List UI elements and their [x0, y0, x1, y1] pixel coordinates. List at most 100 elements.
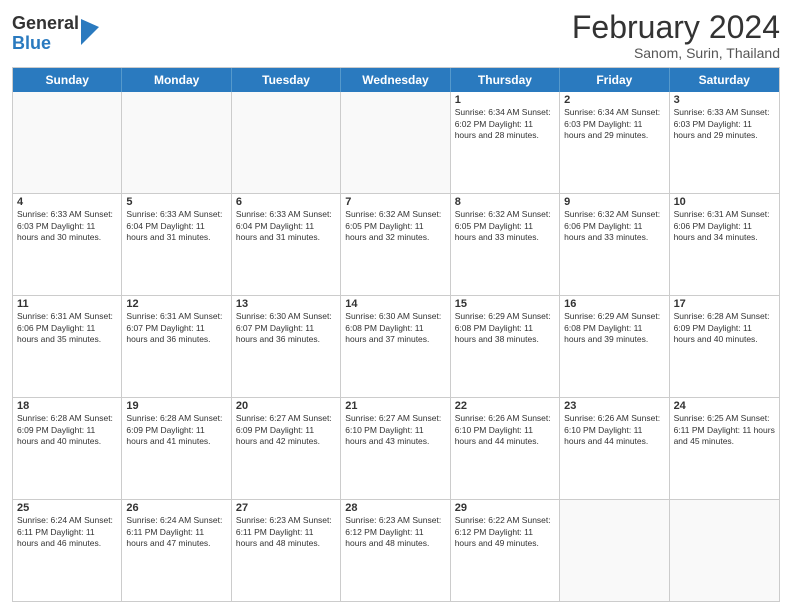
- calendar-row-3: 18Sunrise: 6:28 AM Sunset: 6:09 PM Dayli…: [13, 397, 779, 499]
- cell-info: Sunrise: 6:31 AM Sunset: 6:06 PM Dayligh…: [674, 209, 775, 243]
- cell-info: Sunrise: 6:28 AM Sunset: 6:09 PM Dayligh…: [126, 413, 226, 447]
- cell-info: Sunrise: 6:27 AM Sunset: 6:10 PM Dayligh…: [345, 413, 445, 447]
- calendar-row-4: 25 Sunrise: 6:24 AM Sunset: 6:11 PM Dayli…: [13, 499, 779, 601]
- header-day-thursday: Thursday: [451, 68, 560, 92]
- cal-cell-r0-c1: [122, 92, 231, 193]
- calendar-body: 1Sunrise: 6:34 AM Sunset: 6:02 PM Daylig…: [13, 92, 779, 601]
- cell-info: Sunrise: 6:27 AM Sunset: 6:09 PM Dayligh…: [236, 413, 336, 447]
- header-day-wednesday: Wednesday: [341, 68, 450, 92]
- cell-info: Sunrise: 6:26 AM Sunset: 6:10 PM Dayligh…: [564, 413, 664, 447]
- cal-cell-r2-c6: 17Sunrise: 6:28 AM Sunset: 6:09 PM Dayli…: [670, 296, 779, 397]
- cal-cell-r2-c3: 14Sunrise: 6:30 AM Sunset: 6:08 PM Dayli…: [341, 296, 450, 397]
- cell-info: Sunrise: 6:25 AM Sunset: 6:11 PM Dayligh…: [674, 413, 775, 447]
- day-number: 23: [564, 400, 664, 412]
- cal-cell-r4-c4: 29Sunrise: 6:22 AM Sunset: 6:12 PM Dayli…: [451, 500, 560, 601]
- cell-info: Sunrise: 6:32 AM Sunset: 6:05 PM Dayligh…: [455, 209, 555, 243]
- day-number: 28: [345, 502, 445, 514]
- day-number: 25: [17, 502, 117, 514]
- cell-info: Sunrise: 6:32 AM Sunset: 6:05 PM Dayligh…: [345, 209, 445, 243]
- cal-cell-r2-c4: 15Sunrise: 6:29 AM Sunset: 6:08 PM Dayli…: [451, 296, 560, 397]
- calendar-row-1: 4Sunrise: 6:33 AM Sunset: 6:03 PM Daylig…: [13, 193, 779, 295]
- day-number: 9: [564, 196, 664, 208]
- cal-cell-r3-c0: 18Sunrise: 6:28 AM Sunset: 6:09 PM Dayli…: [13, 398, 122, 499]
- cal-cell-r2-c5: 16Sunrise: 6:29 AM Sunset: 6:08 PM Dayli…: [560, 296, 669, 397]
- day-number: 18: [17, 400, 117, 412]
- cal-cell-r0-c0: [13, 92, 122, 193]
- header: General Blue February 2024 Sanom, Surin,…: [12, 10, 780, 61]
- cell-info: Sunrise: 6:34 AM Sunset: 6:03 PM Dayligh…: [564, 107, 664, 141]
- cal-cell-r2-c1: 12Sunrise: 6:31 AM Sunset: 6:07 PM Dayli…: [122, 296, 231, 397]
- day-number: 3: [674, 94, 775, 106]
- day-number: 14: [345, 298, 445, 310]
- cal-cell-r0-c6: 3Sunrise: 6:33 AM Sunset: 6:03 PM Daylig…: [670, 92, 779, 193]
- day-number: 26: [126, 502, 226, 514]
- day-number: 20: [236, 400, 336, 412]
- cell-info: Sunrise: 6:28 AM Sunset: 6:09 PM Dayligh…: [674, 311, 775, 345]
- month-year: February 2024: [572, 10, 780, 45]
- cal-cell-r1-c2: 6Sunrise: 6:33 AM Sunset: 6:04 PM Daylig…: [232, 194, 341, 295]
- header-day-friday: Friday: [560, 68, 669, 92]
- cal-cell-r3-c3: 21Sunrise: 6:27 AM Sunset: 6:10 PM Dayli…: [341, 398, 450, 499]
- calendar: SundayMondayTuesdayWednesdayThursdayFrid…: [12, 67, 780, 602]
- header-day-tuesday: Tuesday: [232, 68, 341, 92]
- cell-info: Sunrise: 6:32 AM Sunset: 6:06 PM Dayligh…: [564, 209, 664, 243]
- logo-general: General: [12, 14, 79, 34]
- day-number: 24: [674, 400, 775, 412]
- day-number: 21: [345, 400, 445, 412]
- day-number: 7: [345, 196, 445, 208]
- day-number: 19: [126, 400, 226, 412]
- cell-info: Sunrise: 6:31 AM Sunset: 6:07 PM Dayligh…: [126, 311, 226, 345]
- cal-cell-r1-c1: 5Sunrise: 6:33 AM Sunset: 6:04 PM Daylig…: [122, 194, 231, 295]
- day-number: 12: [126, 298, 226, 310]
- calendar-header: SundayMondayTuesdayWednesdayThursdayFrid…: [13, 68, 779, 92]
- day-number: 22: [455, 400, 555, 412]
- cal-cell-r3-c4: 22Sunrise: 6:26 AM Sunset: 6:10 PM Dayli…: [451, 398, 560, 499]
- day-number: 29: [455, 502, 555, 514]
- cal-cell-r1-c0: 4Sunrise: 6:33 AM Sunset: 6:03 PM Daylig…: [13, 194, 122, 295]
- day-number: 5: [126, 196, 226, 208]
- location: Sanom, Surin, Thailand: [572, 45, 780, 61]
- cal-cell-r2-c0: 11Sunrise: 6:31 AM Sunset: 6:06 PM Dayli…: [13, 296, 122, 397]
- cal-cell-r0-c4: 1Sunrise: 6:34 AM Sunset: 6:02 PM Daylig…: [451, 92, 560, 193]
- page: General Blue February 2024 Sanom, Surin,…: [0, 0, 792, 612]
- header-day-sunday: Sunday: [13, 68, 122, 92]
- day-number: 6: [236, 196, 336, 208]
- cal-cell-r0-c2: [232, 92, 341, 193]
- day-number: 17: [674, 298, 775, 310]
- cal-cell-r1-c4: 8Sunrise: 6:32 AM Sunset: 6:05 PM Daylig…: [451, 194, 560, 295]
- cal-cell-r3-c6: 24Sunrise: 6:25 AM Sunset: 6:11 PM Dayli…: [670, 398, 779, 499]
- day-number: 13: [236, 298, 336, 310]
- cal-cell-r4-c1: 26Sunrise: 6:24 AM Sunset: 6:11 PM Dayli…: [122, 500, 231, 601]
- cell-info: Sunrise: 6:34 AM Sunset: 6:02 PM Dayligh…: [455, 107, 555, 141]
- day-number: 4: [17, 196, 117, 208]
- cal-cell-r2-c2: 13Sunrise: 6:30 AM Sunset: 6:07 PM Dayli…: [232, 296, 341, 397]
- cal-cell-r4-c3: 28Sunrise: 6:23 AM Sunset: 6:12 PM Dayli…: [341, 500, 450, 601]
- cell-info: Sunrise: 6:24 AM Sunset: 6:11 PM Dayligh…: [126, 515, 226, 549]
- cell-info: Sunrise: 6:23 AM Sunset: 6:12 PM Dayligh…: [345, 515, 445, 549]
- cell-info: Sunrise: 6:28 AM Sunset: 6:09 PM Dayligh…: [17, 413, 117, 447]
- cell-info: Sunrise: 6:22 AM Sunset: 6:12 PM Dayligh…: [455, 515, 555, 549]
- calendar-row-2: 11Sunrise: 6:31 AM Sunset: 6:06 PM Dayli…: [13, 295, 779, 397]
- header-day-saturday: Saturday: [670, 68, 779, 92]
- day-number: 10: [674, 196, 775, 208]
- cal-cell-r3-c1: 19Sunrise: 6:28 AM Sunset: 6:09 PM Dayli…: [122, 398, 231, 499]
- cal-cell-r1-c3: 7Sunrise: 6:32 AM Sunset: 6:05 PM Daylig…: [341, 194, 450, 295]
- cal-cell-r4-c2: 27Sunrise: 6:23 AM Sunset: 6:11 PM Dayli…: [232, 500, 341, 601]
- day-number: 2: [564, 94, 664, 106]
- day-number: 1: [455, 94, 555, 106]
- cal-cell-r1-c5: 9Sunrise: 6:32 AM Sunset: 6:06 PM Daylig…: [560, 194, 669, 295]
- title-block: February 2024 Sanom, Surin, Thailand: [572, 10, 780, 61]
- cell-info: Sunrise: 6:31 AM Sunset: 6:06 PM Dayligh…: [17, 311, 117, 345]
- cal-cell-r3-c2: 20Sunrise: 6:27 AM Sunset: 6:09 PM Dayli…: [232, 398, 341, 499]
- cal-cell-r4-c5: [560, 500, 669, 601]
- logo-text: General Blue: [12, 14, 79, 54]
- cell-info: Sunrise: 6:33 AM Sunset: 6:03 PM Dayligh…: [17, 209, 117, 243]
- cal-cell-r1-c6: 10Sunrise: 6:31 AM Sunset: 6:06 PM Dayli…: [670, 194, 779, 295]
- day-number: 8: [455, 196, 555, 208]
- cell-info: Sunrise: 6:30 AM Sunset: 6:08 PM Dayligh…: [345, 311, 445, 345]
- cal-cell-r3-c5: 23Sunrise: 6:26 AM Sunset: 6:10 PM Dayli…: [560, 398, 669, 499]
- logo-blue: Blue: [12, 34, 79, 54]
- cell-info: Sunrise: 6:33 AM Sunset: 6:04 PM Dayligh…: [236, 209, 336, 243]
- day-number: 15: [455, 298, 555, 310]
- cal-cell-r0-c3: [341, 92, 450, 193]
